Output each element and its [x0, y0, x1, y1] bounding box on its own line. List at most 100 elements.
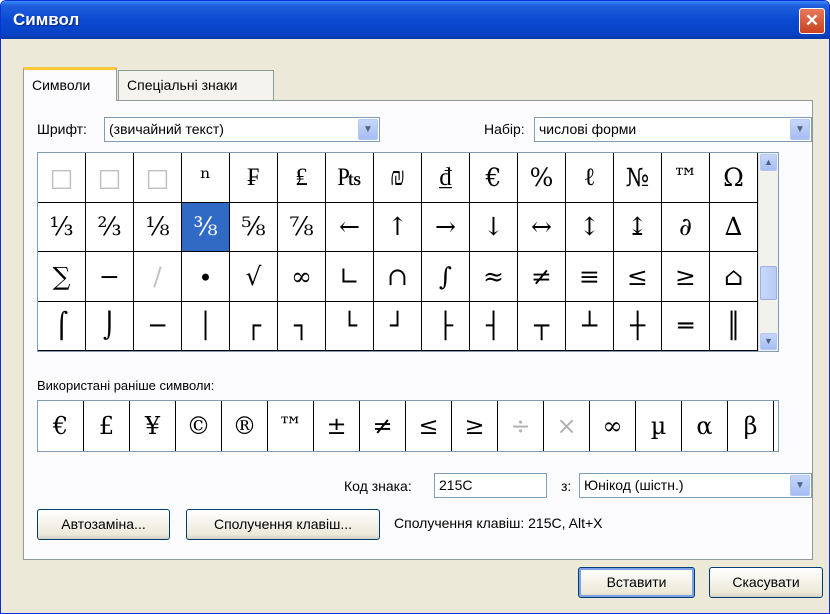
- subset-select[interactable]: числові форми ▼: [534, 117, 812, 142]
- symbol-cell[interactable]: ₫: [422, 153, 470, 203]
- symbol-cell[interactable]: ∆: [710, 202, 758, 252]
- symbol-cell[interactable]: ₣: [230, 153, 278, 203]
- symbol-cell[interactable]: □: [38, 153, 86, 203]
- recent-symbol-cell[interactable]: ∞: [590, 401, 636, 451]
- symbol-cell[interactable]: ═: [662, 301, 710, 351]
- recent-symbol-cell[interactable]: ≥: [452, 401, 498, 451]
- symbol-cell[interactable]: ┼: [614, 301, 662, 351]
- symbol-cell[interactable]: ™: [662, 153, 710, 203]
- symbol-cell[interactable]: ∕: [134, 252, 182, 302]
- symbol-cell[interactable]: ↓: [470, 202, 518, 252]
- symbol-cell[interactable]: ≤: [614, 252, 662, 302]
- symbol-cell[interactable]: □: [134, 153, 182, 203]
- symbol-cell[interactable]: ⅔: [86, 202, 134, 252]
- symbol-cell[interactable]: ⌡: [86, 301, 134, 351]
- symbol-cell[interactable]: ∫: [422, 252, 470, 302]
- recent-symbol-cell[interactable]: µ: [636, 401, 682, 451]
- symbol-cell[interactable]: ⌂: [710, 252, 758, 302]
- symbol-cell[interactable]: ┤: [470, 301, 518, 351]
- symbol-cell[interactable]: %: [518, 153, 566, 203]
- symbol-cell[interactable]: ≡: [566, 252, 614, 302]
- title-bar[interactable]: Символ ✕: [1, 1, 829, 39]
- symbol-grid: □ □ □ ⁿ ₣ ₤ ₧ ₪ ₫ €% ℓ № ™ Ω ⅓ ⅔ ⅛ ⅜ ⅝ ⅞ ← ↑ → ↓ ↔ ↕ ↨ ∂ ∆ ∑ − ∕ ∙ √ ∞ ∟ ∩ ∫ ≈…: [37, 152, 779, 352]
- subset-label: Набір:: [484, 121, 525, 137]
- symbol-cell[interactable]: ∩: [374, 252, 422, 302]
- symbol-cell[interactable]: ⅓: [38, 202, 86, 252]
- symbol-cell[interactable]: ⌠: [38, 301, 86, 351]
- recent-symbol-cell[interactable]: ≤: [406, 401, 452, 451]
- symbol-cell[interactable]: №: [614, 153, 662, 203]
- recent-symbol-cell[interactable]: ×: [544, 401, 590, 451]
- symbol-cell[interactable]: −: [86, 252, 134, 302]
- symbol-cell[interactable]: ┴: [566, 301, 614, 351]
- recent-symbol-cell[interactable]: ®: [222, 401, 268, 451]
- symbol-cell[interactable]: ℓ: [566, 153, 614, 203]
- close-button[interactable]: ✕: [799, 8, 825, 34]
- symbol-cell[interactable]: □: [86, 153, 134, 203]
- chevron-down-icon[interactable]: ▼: [790, 475, 810, 496]
- scroll-up-icon[interactable]: ▲: [760, 154, 777, 171]
- symbol-cell[interactable]: ┌: [230, 301, 278, 351]
- symbol-cell[interactable]: ┬: [518, 301, 566, 351]
- scroll-down-icon[interactable]: ▼: [760, 333, 777, 350]
- symbol-cell[interactable]: ⅛: [134, 202, 182, 252]
- symbol-cell[interactable]: ₧: [326, 153, 374, 203]
- symbol-cell[interactable]: ∟: [326, 252, 374, 302]
- symbol-cell[interactable]: ⅜: [182, 202, 230, 252]
- font-select[interactable]: (звичайний текст) ▼: [104, 117, 380, 142]
- symbol-cell[interactable]: ┘: [374, 301, 422, 351]
- symbol-cell[interactable]: ∑: [38, 252, 86, 302]
- symbol-cell[interactable]: ₪: [374, 153, 422, 203]
- symbol-cell[interactable]: ←: [326, 202, 374, 252]
- recent-symbol-cell[interactable]: £: [84, 401, 130, 451]
- chevron-down-icon[interactable]: ▼: [790, 119, 810, 140]
- recent-symbol-cell[interactable]: €: [38, 401, 84, 451]
- symbol-cell[interactable]: │: [182, 301, 230, 351]
- symbol-cell[interactable]: └: [326, 301, 374, 351]
- symbol-cell[interactable]: €: [470, 153, 518, 203]
- symbol-cell[interactable]: ↔: [518, 202, 566, 252]
- tab-special-characters[interactable]: Спеціальні знаки: [118, 70, 274, 100]
- symbol-cell[interactable]: ⅞: [278, 202, 326, 252]
- recent-symbol-cell[interactable]: ©: [176, 401, 222, 451]
- symbol-cell[interactable]: ↨: [614, 202, 662, 252]
- recent-symbol-cell[interactable]: β: [728, 401, 774, 451]
- symbol-cell[interactable]: ∙: [182, 252, 230, 302]
- scrollbar-thumb[interactable]: [760, 266, 777, 300]
- symbol-cell[interactable]: →: [422, 202, 470, 252]
- recent-symbol-cell[interactable]: ≠: [360, 401, 406, 451]
- recent-symbol-cell[interactable]: ±: [314, 401, 360, 451]
- symbol-cell[interactable]: ↕: [566, 202, 614, 252]
- font-label: Шрифт:: [37, 121, 87, 137]
- symbol-cell[interactable]: ∞: [278, 252, 326, 302]
- chevron-down-icon[interactable]: ▼: [358, 119, 378, 140]
- from-select[interactable]: Юнікод (шістн.) ▼: [579, 473, 812, 498]
- shortcut-key-button[interactable]: Сполучення клавіш...: [186, 509, 380, 540]
- symbol-cell[interactable]: ∂: [662, 202, 710, 252]
- autocorrect-button[interactable]: Автозаміна...: [37, 509, 170, 540]
- symbol-cell[interactable]: ├: [422, 301, 470, 351]
- symbol-cell[interactable]: ⅝: [230, 202, 278, 252]
- recent-symbol-cell[interactable]: ÷: [498, 401, 544, 451]
- char-code-input[interactable]: 215C: [434, 473, 547, 498]
- symbol-cell[interactable]: Ω: [710, 153, 758, 203]
- symbol-dialog: Символ ✕ Символи Спеціальні знаки Шрифт:…: [0, 0, 830, 614]
- symbol-cell[interactable]: ║: [710, 301, 758, 351]
- symbol-cell[interactable]: ≈: [470, 252, 518, 302]
- cancel-button[interactable]: Скасувати: [709, 567, 823, 598]
- recent-symbol-cell[interactable]: α: [682, 401, 728, 451]
- tab-symbols[interactable]: Символи: [23, 67, 117, 101]
- shortcut-info: Сполучення клавіш: 215C, Alt+X: [394, 515, 603, 531]
- recent-symbol-cell[interactable]: ¥: [130, 401, 176, 451]
- symbol-cell[interactable]: ↑: [374, 202, 422, 252]
- symbol-cell[interactable]: √: [230, 252, 278, 302]
- symbol-cell[interactable]: ≥: [662, 252, 710, 302]
- symbol-cell[interactable]: ≠: [518, 252, 566, 302]
- symbol-grid-scrollbar[interactable]: ▲ ▼: [758, 153, 778, 351]
- symbol-cell[interactable]: ₤: [278, 153, 326, 203]
- insert-button[interactable]: Вставити: [578, 567, 695, 598]
- symbol-cell[interactable]: ─: [134, 301, 182, 351]
- symbol-cell[interactable]: ⁿ: [182, 153, 230, 203]
- recent-symbol-cell[interactable]: ™: [268, 401, 314, 451]
- symbol-cell[interactable]: ┐: [278, 301, 326, 351]
